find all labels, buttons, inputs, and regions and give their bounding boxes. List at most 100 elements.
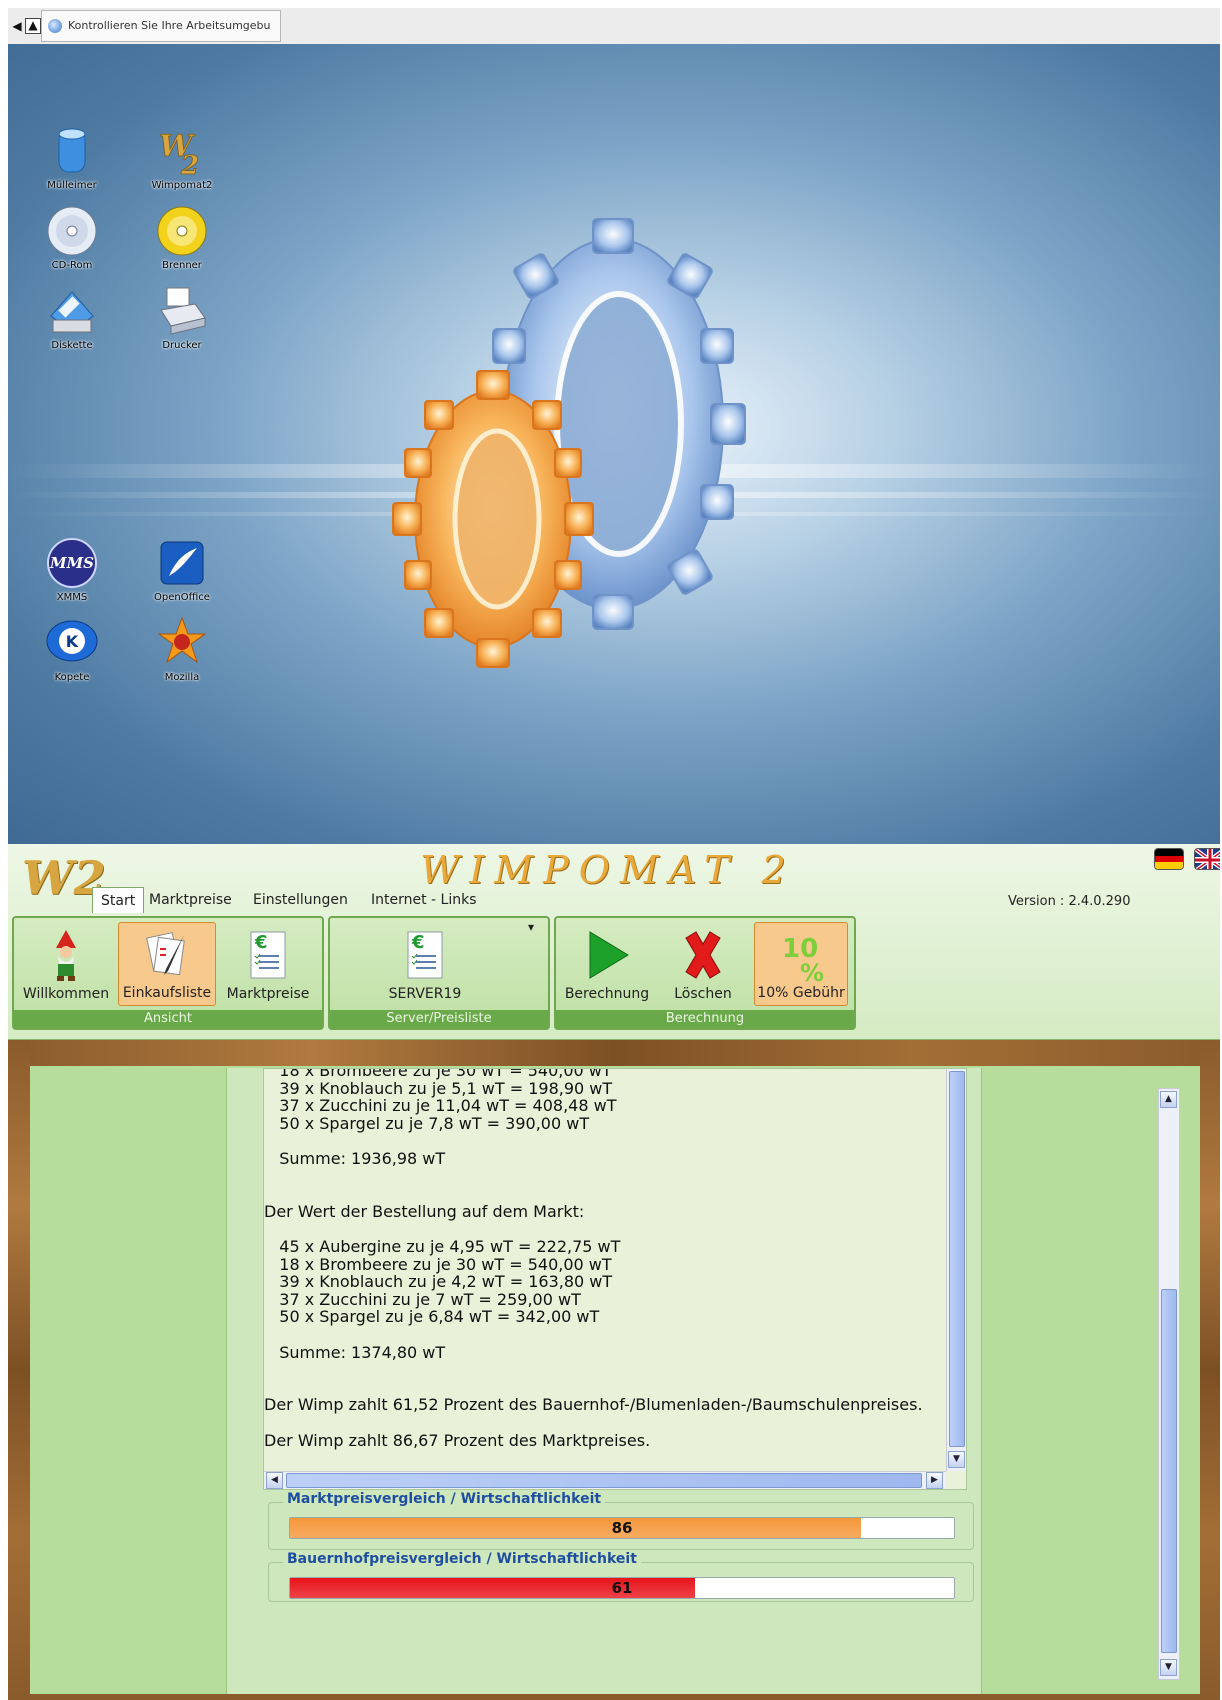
tab-start[interactable]: Start	[92, 887, 145, 913]
results-line: Summe: 1374,80 wT	[264, 1342, 446, 1362]
german-flag-icon[interactable]	[1154, 848, 1184, 870]
bauernhof-gauge-frame: Bauernhofpreisvergleich / Wirtschaftlich…	[268, 1551, 974, 1602]
bauernhof-gauge-track: 61	[289, 1577, 955, 1599]
results-textbox[interactable]: 18 x Brombeere zu je 30 wT = 540,00 wT 3…	[263, 1068, 967, 1490]
page-scroll-down-icon[interactable]: ▼	[1160, 1659, 1177, 1676]
scroll-left-icon[interactable]: ◀	[266, 1472, 283, 1489]
results-line: Der Wimp zahlt 61,52 Prozent des Bauernh…	[264, 1395, 923, 1415]
ribbon-group-ansicht: Willkommen Einkaufsliste € Marktpreise A…	[12, 916, 324, 1030]
taskbar-scroll-left-icon[interactable]: ◀	[10, 18, 24, 34]
wood-frame-bottom	[8, 1694, 1220, 1700]
ribbon-group-berechnung: Berechnung Löschen 10% 10% Gebühr Berech…	[554, 916, 856, 1030]
ten-percent-icon: 10%	[778, 929, 824, 987]
app-title: WIMPOMAT 2	[420, 848, 796, 892]
results-horizontal-scrollbar[interactable]: ◀ ▶	[264, 1471, 946, 1489]
results-line: 37 x Zucchini zu je 7 wT = 259,00 wT	[264, 1289, 581, 1309]
openoffice-icon	[155, 536, 209, 590]
page-scroll-up-icon[interactable]: ▲	[1160, 1091, 1177, 1108]
desktop: Mülleimer W2 Wimpomat2 CD-Rom Brenner Di…	[8, 44, 1220, 844]
desktop-icon-xmms[interactable]: MMS XMMS	[17, 536, 127, 603]
desktop-icon-wimpomat2[interactable]: W2 Wimpomat2	[127, 124, 237, 191]
svg-text:MMS: MMS	[49, 554, 94, 572]
taskbar-window-button[interactable]: Kontrollieren Sie Ihre Arbeitsumgebu	[41, 10, 281, 42]
wimpomat-logo-icon: W2	[155, 124, 209, 182]
floppy-icon	[45, 284, 99, 338]
results-horizontal-scroll-thumb[interactable]	[286, 1473, 922, 1488]
delete-x-icon	[680, 928, 726, 979]
app-header: W2 WIMPOMAT 2 Version : 2.4.0.290 Start …	[8, 844, 1220, 1040]
svg-text:€: €	[254, 932, 268, 953]
einkaufsliste-button[interactable]: Einkaufsliste	[118, 922, 216, 1006]
desktop-icon-drucker[interactable]: Drucker	[127, 284, 237, 351]
xmms-icon: MMS	[45, 536, 99, 590]
cd-burner-icon	[155, 204, 209, 258]
results-line: 18 x Brombeere zu je 30 wT = 540,00 wT	[264, 1254, 612, 1274]
server-select-button[interactable]: € SERVER19	[370, 922, 480, 1006]
results-vertical-scrollbar[interactable]: ▼	[946, 1069, 966, 1471]
server-price-list-icon: €	[402, 928, 448, 979]
marktpreis-gauge-track: 86	[289, 1517, 955, 1539]
results-line: 50 x Spargel zu je 6,84 wT = 342,00 wT	[264, 1307, 600, 1327]
willkommen-button[interactable]: Willkommen	[18, 922, 114, 1006]
wood-frame-right	[1200, 1040, 1220, 1700]
tab-internet-links[interactable]: Internet - Links	[363, 887, 485, 913]
gebuehr-button[interactable]: 10% 10% Gebühr	[754, 922, 848, 1006]
scroll-down-icon[interactable]: ▼	[948, 1451, 965, 1468]
svg-text:%: %	[800, 959, 824, 983]
euro-price-list-icon: €	[245, 928, 291, 979]
mozilla-icon	[155, 616, 209, 670]
results-line: Der Wimp zahlt 86,67 Prozent des Marktpr…	[264, 1430, 651, 1450]
taskbar-window-title: Kontrollieren Sie Ihre Arbeitsumgebu	[68, 19, 271, 32]
wood-frame-top	[8, 1040, 1220, 1066]
wallpaper-gears-graphic	[392, 218, 746, 668]
scroll-right-icon[interactable]: ▶	[926, 1472, 943, 1489]
desktop-icon-openoffice[interactable]: OpenOffice	[127, 536, 237, 603]
desktop-icon-trash[interactable]: Mülleimer	[17, 124, 127, 191]
svg-text:€: €	[411, 932, 425, 953]
play-icon	[584, 928, 630, 979]
trash-can-icon	[45, 124, 99, 178]
desktop-icon-mozilla[interactable]: Mozilla	[127, 616, 237, 683]
results-line: Der Wert der Bestellung auf dem Markt:	[264, 1201, 585, 1221]
bauernhof-gauge-label: Bauernhofpreisvergleich / Wirtschaftlich…	[283, 1551, 641, 1567]
svg-text:2: 2	[180, 151, 199, 178]
desktop-icon-cdrom[interactable]: CD-Rom	[17, 204, 127, 271]
marktpreis-gauge-frame: Marktpreisvergleich / Wirtschaftlichkeit…	[268, 1491, 974, 1550]
results-line: 45 x Aubergine zu je 4,95 wT = 222,75 wT	[264, 1237, 621, 1256]
results-vertical-scroll-thumb[interactable]	[949, 1071, 965, 1447]
printer-icon	[155, 284, 209, 338]
uk-flag-icon[interactable]	[1194, 848, 1220, 870]
wimpomat-window: W2 WIMPOMAT 2 Version : 2.4.0.290 Start …	[8, 844, 1220, 1700]
svg-text:K: K	[66, 632, 79, 651]
results-line: 50 x Spargel zu je 7,8 wT = 390,00 wT	[264, 1113, 590, 1133]
results-line: 39 x Knoblauch zu je 4,2 wT = 163,80 wT	[264, 1272, 613, 1292]
ribbon-group-title-ansicht: Ansicht	[14, 1010, 322, 1028]
desktop-icon-kopete[interactable]: K Kopete	[17, 616, 127, 683]
eject-icon[interactable]: ▲	[25, 18, 41, 34]
ribbon-group-title-berechnung: Berechnung	[556, 1010, 854, 1028]
desktop-icon-diskette[interactable]: Diskette	[17, 284, 127, 351]
berechnung-button[interactable]: Berechnung	[560, 922, 654, 1006]
results-line: Summe: 1936,98 wT	[264, 1149, 446, 1168]
marktpreise-view-button[interactable]: € Marktpreise	[220, 922, 316, 1006]
cd-rom-icon	[45, 204, 99, 258]
tab-einstellungen[interactable]: Einstellungen	[245, 887, 356, 913]
wood-frame-left	[8, 1040, 30, 1700]
desktop-icon-brenner[interactable]: Brenner	[127, 204, 237, 271]
bauernhof-gauge-value: 61	[611, 1579, 633, 1597]
results-line: 37 x Zucchini zu je 11,04 wT = 408,48 wT	[264, 1096, 617, 1116]
shopping-list-icon	[144, 929, 190, 979]
wimpomat-logo-icon: W2	[22, 851, 106, 905]
page-vertical-scrollbar[interactable]: ▲ ▼	[1158, 1088, 1180, 1680]
gnome-icon	[43, 928, 89, 981]
ribbon-group-title-server: Server/Preisliste	[330, 1010, 548, 1028]
marktpreis-gauge-label: Marktpreisvergleich / Wirtschaftlichkeit	[283, 1491, 606, 1507]
tab-marktpreise[interactable]: Marktpreise	[141, 887, 240, 913]
page-vertical-scroll-thumb[interactable]	[1161, 1289, 1177, 1653]
loeschen-button[interactable]: Löschen	[656, 922, 750, 1006]
version-label: Version : 2.4.0.290	[1008, 894, 1131, 909]
taskbar: ◀ ▲ Kontrollieren Sie Ihre Arbeitsumgebu	[8, 8, 1220, 45]
server-dropdown-arrow-icon[interactable]: ▾	[528, 920, 534, 934]
control-center-icon	[48, 19, 62, 33]
marktpreis-gauge-value: 86	[611, 1519, 633, 1537]
